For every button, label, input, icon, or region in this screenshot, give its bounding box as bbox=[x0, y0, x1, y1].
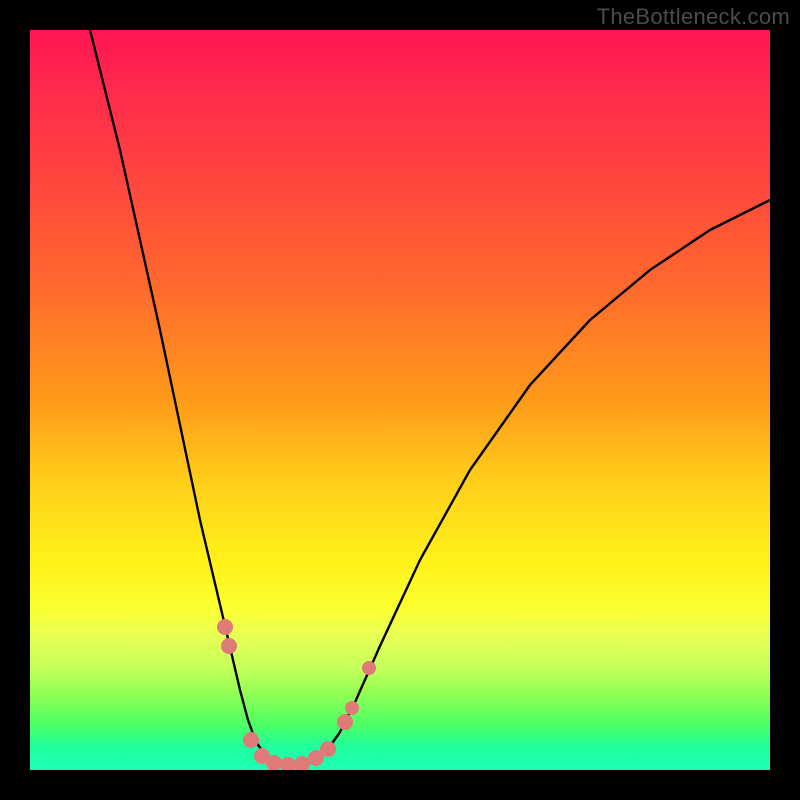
watermark: TheBottleneck.com bbox=[597, 4, 790, 30]
frame: TheBottleneck.com bbox=[0, 0, 800, 800]
plot-area bbox=[30, 30, 770, 770]
marker-dot bbox=[294, 756, 310, 770]
marker-dot bbox=[243, 732, 259, 748]
marker-dot bbox=[320, 741, 336, 757]
marker-dot bbox=[362, 661, 376, 675]
marker-dot bbox=[221, 638, 237, 654]
marker-dot bbox=[345, 701, 359, 715]
bottleneck-curve bbox=[90, 30, 770, 766]
marker-dot bbox=[280, 757, 296, 770]
bottleneck-curve-svg bbox=[30, 30, 770, 770]
marker-dot bbox=[337, 714, 353, 730]
marker-dot bbox=[217, 619, 233, 635]
